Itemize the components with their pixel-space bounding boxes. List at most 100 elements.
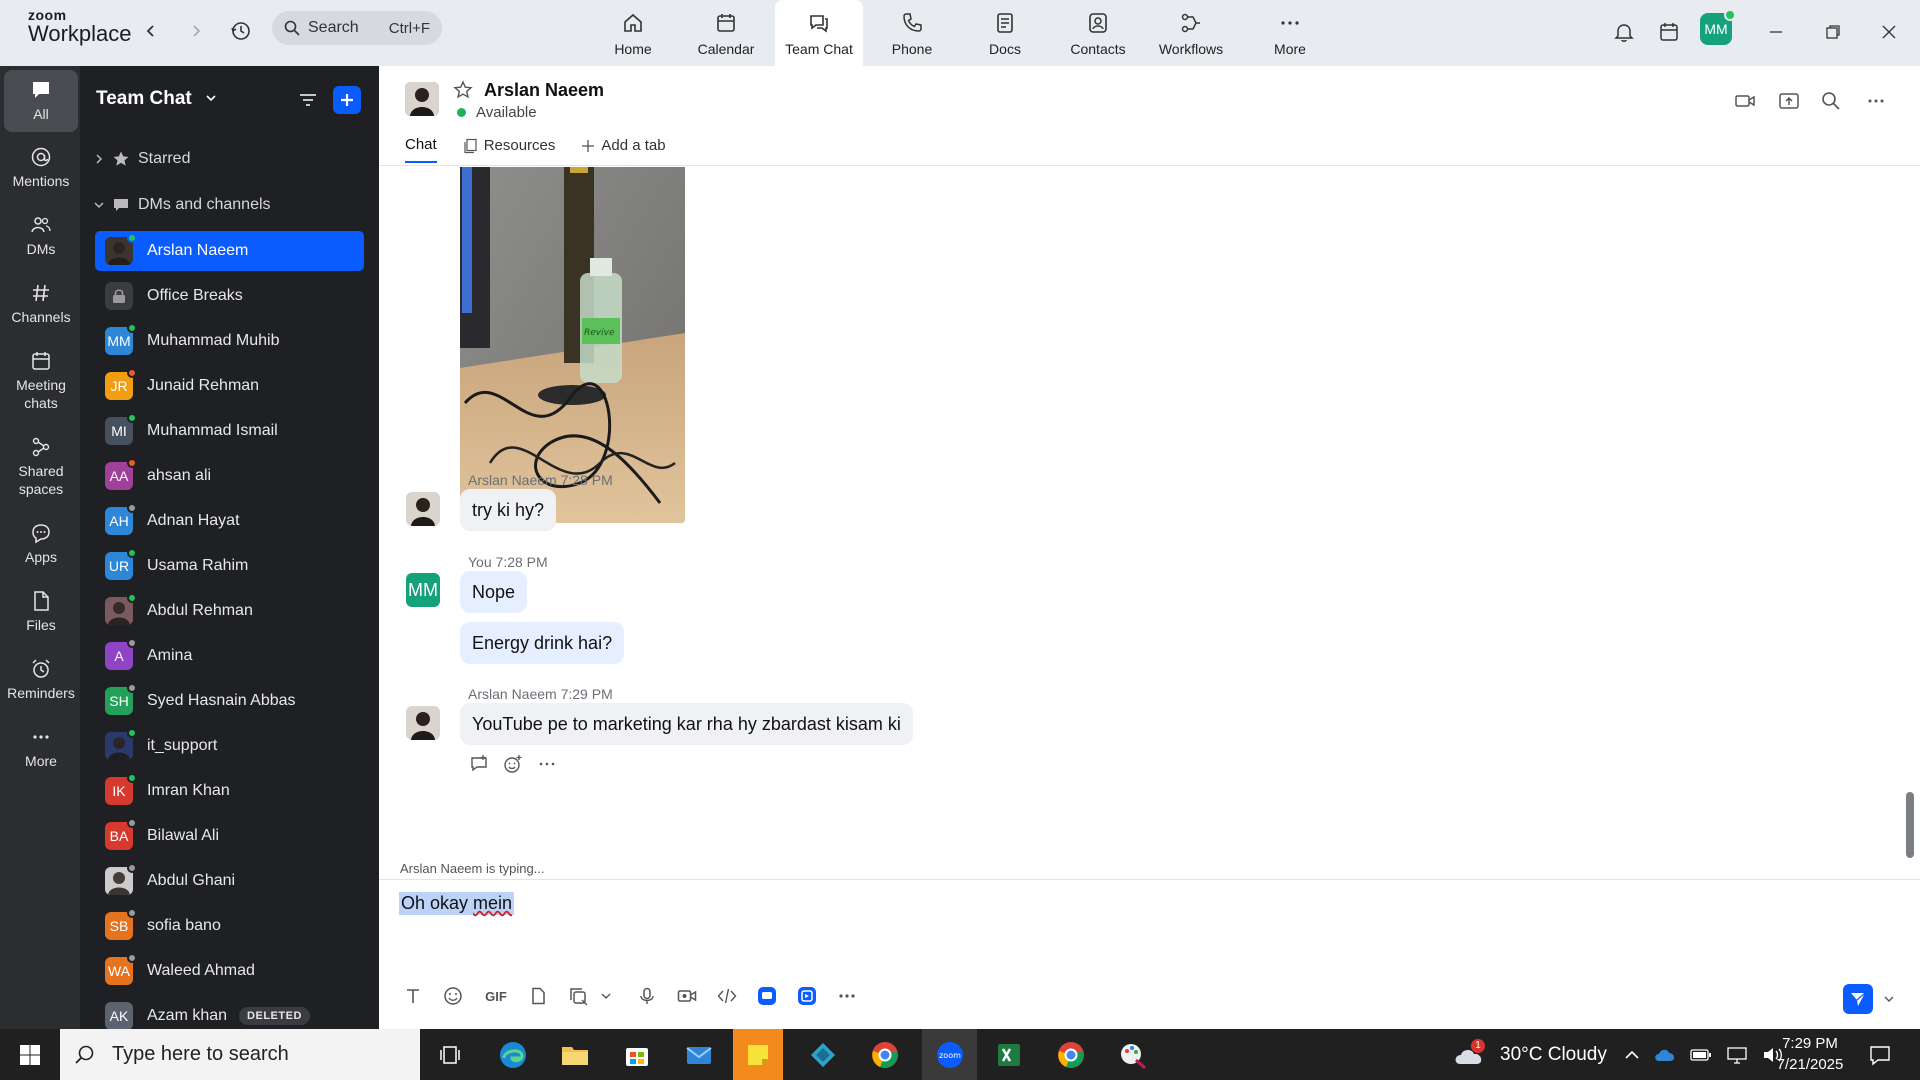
app-button-2[interactable] [793,982,821,1010]
restore-button[interactable] [1815,14,1851,50]
screenshot-options-button[interactable] [592,982,620,1010]
sidebar-contact-row[interactable]: IK Imran Khan [95,771,364,811]
chevron-up-icon[interactable] [1624,1047,1640,1063]
scrollbar-thumb[interactable] [1906,792,1914,858]
network-icon[interactable] [1726,1046,1748,1064]
sidebar-title-button[interactable]: Team Chat [96,88,217,110]
global-search[interactable]: Search Ctrl+F [272,11,442,45]
notifications-button[interactable] [1606,14,1642,50]
message-bubble[interactable]: YouTube pe to marketing kar rha hy zbard… [460,703,913,745]
onedrive-icon[interactable] [1654,1047,1676,1063]
composer-input[interactable]: Oh okay mein [399,892,515,915]
back-button[interactable] [136,16,166,46]
rail-item-reminders[interactable]: Reminders [4,658,78,702]
rail-item-meeting-chats[interactable]: Meeting chats [4,350,78,412]
sidebar-contact-row[interactable]: SB sofia bano [95,906,364,946]
user-avatar[interactable]: MM [1700,9,1736,45]
attach-file-button[interactable] [524,982,552,1010]
shared-photo[interactable]: Revive [460,167,685,523]
weather-widget[interactable]: 1 30°C Cloudy [1452,1029,1607,1080]
task-view-button[interactable] [430,1035,470,1075]
voice-message-button[interactable] [633,982,661,1010]
tab-add[interactable]: Add a tab [581,136,666,163]
sender-name[interactable]: Arslan Naeem [468,686,557,702]
message-avatar[interactable]: MM [406,573,440,607]
history-button[interactable] [226,16,256,46]
file-explorer-app[interactable] [555,1035,595,1075]
rail-item-shared-spaces[interactable]: Shared spaces [4,436,78,498]
rail-item-apps[interactable]: Apps [4,522,78,566]
sidebar-contact-row[interactable]: Abdul Ghani [95,861,364,901]
tab-workflows[interactable]: Workflows [1147,0,1235,66]
chrome-app[interactable] [865,1035,905,1075]
app-button-1[interactable] [753,982,781,1010]
forward-button[interactable] [181,16,211,46]
message-avatar[interactable] [406,706,440,740]
sidebar-contact-row[interactable]: it_support [95,726,364,766]
send-options-chevron-icon[interactable] [1883,993,1895,1005]
code-snippet-button[interactable] [713,982,741,1010]
excel-app[interactable] [989,1035,1029,1075]
filter-button[interactable] [294,86,322,114]
tab-home[interactable]: Home [589,0,677,66]
message-scrollbar[interactable] [1906,167,1914,879]
paint-app[interactable] [1113,1035,1153,1075]
more-actions-icon[interactable] [537,754,557,774]
more-composer-button[interactable] [833,982,861,1010]
reply-icon[interactable] [469,754,489,774]
chrome-profile-app[interactable] [1051,1035,1091,1075]
sidebar-contact-row[interactable]: AA ahsan ali [95,456,364,496]
sticky-notes-app[interactable] [733,1029,783,1080]
tab-contacts[interactable]: Contacts [1054,0,1142,66]
gif-button[interactable]: GIF [479,982,513,1010]
tab-more[interactable]: More [1246,0,1334,66]
edge-app[interactable] [493,1035,533,1075]
zoom-app-taskbar[interactable]: zoom [922,1029,977,1080]
rail-item-channels[interactable]: Channels [4,282,78,326]
sidebar-contact-row[interactable]: AH Adnan Hayat [95,501,364,541]
notification-center-button[interactable] [1860,1035,1900,1075]
new-chat-button[interactable] [333,86,361,114]
store-app[interactable] [617,1035,657,1075]
search-chat-button[interactable] [1816,86,1846,116]
emoji-react-icon[interactable] [503,754,523,774]
share-screen-button[interactable] [1774,86,1804,116]
video-call-button[interactable] [1730,86,1760,116]
message-bubble[interactable]: try ki hy? [460,489,557,531]
sidebar-contact-row[interactable]: Abdul Rehman [95,591,364,631]
close-window-button[interactable] [1871,14,1907,50]
tab-calendar[interactable]: Calendar [682,0,770,66]
sidebar-contact-row[interactable]: JR Junaid Rehman [95,366,364,406]
message-composer[interactable]: Oh okay mein GIF [379,879,1920,1029]
tab-team-chat[interactable]: Team Chat [775,0,863,66]
rail-item-more[interactable]: More [4,726,78,770]
taskbar-search[interactable]: Type here to search [60,1029,420,1080]
vscode-app[interactable] [803,1035,843,1075]
sidebar-contact-row[interactable]: UR Usama Rahim [95,546,364,586]
scheduler-button[interactable] [1651,14,1687,50]
star-outline-icon[interactable] [453,80,473,100]
sidebar-contact-row[interactable]: MI Muhammad Ismail [95,411,364,451]
sidebar-contact-row[interactable]: Arslan Naeem [95,231,364,271]
battery-icon[interactable] [1690,1047,1712,1063]
rail-item-all[interactable]: All [4,70,78,132]
start-button[interactable] [10,1035,50,1075]
channel-name[interactable]: Arslan Naeem [484,80,604,101]
sidebar-contact-row[interactable]: SH Syed Hasnain Abbas [95,681,364,721]
section-starred[interactable]: Starred [94,150,190,168]
tab-phone[interactable]: Phone [868,0,956,66]
screenshot-button[interactable] [564,982,592,1010]
message-bubble[interactable]: Nope [460,571,528,613]
sidebar-contact-row[interactable]: BA Bilawal Ali [95,816,364,856]
sidebar-contact-row[interactable]: Office Breaks [95,276,364,316]
tab-resources[interactable]: Resources [463,136,555,163]
tab-chat[interactable]: Chat [405,136,437,163]
sender-name[interactable]: Arslan Naeem [468,472,557,488]
sidebar-contact-row[interactable]: A Amina [95,636,364,676]
send-button[interactable] [1843,984,1873,1014]
taskbar-clock[interactable]: 7:29 PM 7/21/2025 [1760,1033,1860,1075]
sidebar-contact-row[interactable]: MM Muhammad Muhib [95,321,364,361]
sidebar-contact-row[interactable]: AK Azam khan DELETED [95,996,364,1029]
minimize-button[interactable] [1758,14,1794,50]
message-avatar[interactable] [406,492,440,526]
